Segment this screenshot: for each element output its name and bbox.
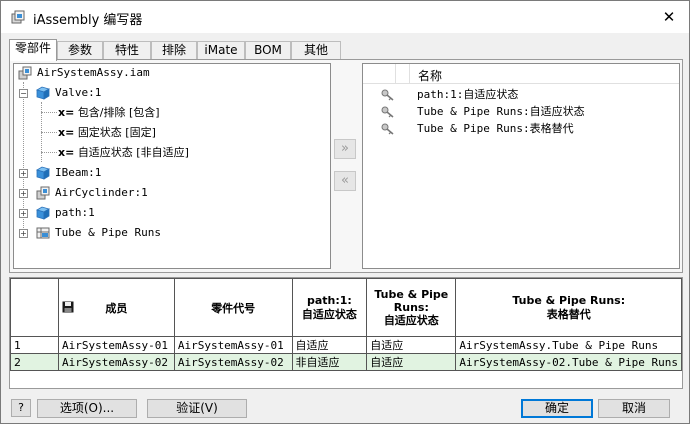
column-header-part-number[interactable]: 零件代号 [173,278,293,337]
column-header-tube-adaptive[interactable]: Tube & Pipe Runs: 自适应状态 [366,278,457,337]
expand-icon[interactable]: + [19,169,28,178]
add-to-table-button[interactable]: » [334,139,356,159]
table-cell-tube-adaptive[interactable]: 自适应 [366,336,457,354]
column-header-tube-substitute[interactable]: Tube & Pipe Runs: 表格替代 [455,278,682,337]
attribute-label: path:1:自适应状态 [417,88,519,101]
row-header-corner [10,278,59,337]
parameter-icon: x= [58,146,75,159]
tree-item-label: AirCyclinder:1 [55,186,148,199]
help-button[interactable]: ? [11,399,31,417]
member-table-area: 成员 零件代号 path:1: 自适应状态 Tube & Pipe Runs: … [9,277,683,389]
tab-suppression[interactable]: 排除 [151,41,197,60]
tab-properties[interactable]: 特性 [103,41,151,60]
tree-param-include[interactable]: x= 包含/排除 [包含] [58,104,160,122]
tree-item-label: Valve:1 [55,86,102,99]
tree-connector [41,152,57,153]
column-divider [409,64,410,84]
tree-item-label: path:1 [55,206,95,219]
key-icon [381,106,394,118]
table-cell-path-adaptive[interactable]: 非自适应 [291,353,368,371]
row-index[interactable]: 1 [10,336,59,354]
table-row-selected[interactable]: 2 AirSystemAssy-02 AirSystemAssy-02 非自适应… [10,353,682,371]
table-cell-tube-substitute[interactable]: AirSystemAssy-02.Tube & Pipe Runs [455,353,682,371]
part-cube-icon [36,166,50,180]
tab-imate[interactable]: iMate [197,41,245,60]
tab-components[interactable]: 零部件 [9,39,57,61]
row-index[interactable]: 2 [10,353,59,371]
tree-param-label: 包含/排除 [包含] [77,106,160,119]
expand-icon[interactable]: + [19,209,28,218]
assembly-icon [18,66,32,80]
component-tree[interactable]: AirSystemAssy.iam − Valve:1 x= 包含/排除 [包含… [13,63,331,269]
tab-bom[interactable]: BOM [245,41,291,60]
tree-param-label: 自适应状态 [非自适应] [77,146,189,159]
remove-from-table-button[interactable]: « [334,171,356,191]
tree-root-label: AirSystemAssy.iam [37,66,150,79]
column-header-label: 成员 [105,301,128,315]
column-header-member[interactable]: 成员 [58,278,175,337]
close-icon[interactable]: ✕ [657,5,681,29]
tree-param-label: 固定状态 [固定] [77,126,156,139]
tab-other[interactable]: 其他 [291,41,341,60]
key-icon [381,89,394,101]
member-table[interactable]: 成员 零件代号 path:1: 自适应状态 Tube & Pipe Runs: … [10,278,682,371]
expand-icon[interactable]: + [19,229,28,238]
title-bar: iAssembly 编写器 ✕ [1,1,689,33]
save-icon [62,301,74,313]
column-divider [395,64,396,84]
table-cell-part-number[interactable]: AirSystemAssy-01 [173,336,293,354]
ok-button[interactable]: 确定 [521,399,593,418]
parameter-icon: x= [58,106,75,119]
attribute-label: Tube & Pipe Runs:表格替代 [417,122,574,135]
tube-pipe-icon [36,227,50,239]
table-row[interactable]: 1 AirSystemAssy-01 AirSystemAssy-01 自适应 … [10,336,682,354]
parameter-icon: x= [58,126,75,139]
cancel-button[interactable]: 取消 [598,399,670,418]
tree-connector [41,112,57,113]
expand-icon[interactable]: + [19,189,28,198]
attributes-header: 名称 [363,64,679,84]
part-cube-icon [36,206,50,220]
tree-param-grounded[interactable]: x= 固定状态 [固定] [58,124,156,142]
attribute-label: Tube & Pipe Runs:自适应状态 [417,105,585,118]
column-header-path-adaptive[interactable]: path:1: 自适应状态 [291,278,368,337]
collapse-icon[interactable]: − [19,89,28,98]
table-cell-part-number[interactable]: AirSystemAssy-02 [173,353,293,371]
assembly-icon [36,186,50,200]
verify-button[interactable]: 验证(V) [147,399,247,418]
table-cell-member[interactable]: AirSystemAssy-01 [58,336,175,354]
name-column-header[interactable]: 名称 [418,67,442,84]
column-header-label: 零件代号 [211,301,256,315]
table-cell-tube-substitute[interactable]: AirSystemAssy.Tube & Pipe Runs [455,336,682,354]
window-title: iAssembly 编写器 [33,13,143,28]
tree-item-label: IBeam:1 [55,166,102,179]
key-icon [381,123,394,135]
part-cube-icon [36,86,50,100]
tab-parameters[interactable]: 参数 [57,41,103,60]
tree-item-label: Tube & Pipe Runs [55,226,161,239]
table-cell-path-adaptive[interactable]: 自适应 [291,336,368,354]
selected-attributes-list[interactable]: 名称 path:1:自适应状态 Tube & Pipe Runs:自适应状态 T… [362,63,680,269]
tree-param-adaptive[interactable]: x= 自适应状态 [非自适应] [58,144,189,162]
iassembly-author-dialog: iAssembly 编写器 ✕ 零部件 参数 特性 排除 iMate BOM 其… [0,0,690,424]
options-button[interactable]: 选项(O)... [37,399,137,418]
table-cell-member[interactable]: AirSystemAssy-02 [58,353,175,371]
app-icon [11,10,25,24]
table-cell-tube-adaptive[interactable]: 自适应 [366,353,457,371]
tree-connector [41,132,57,133]
